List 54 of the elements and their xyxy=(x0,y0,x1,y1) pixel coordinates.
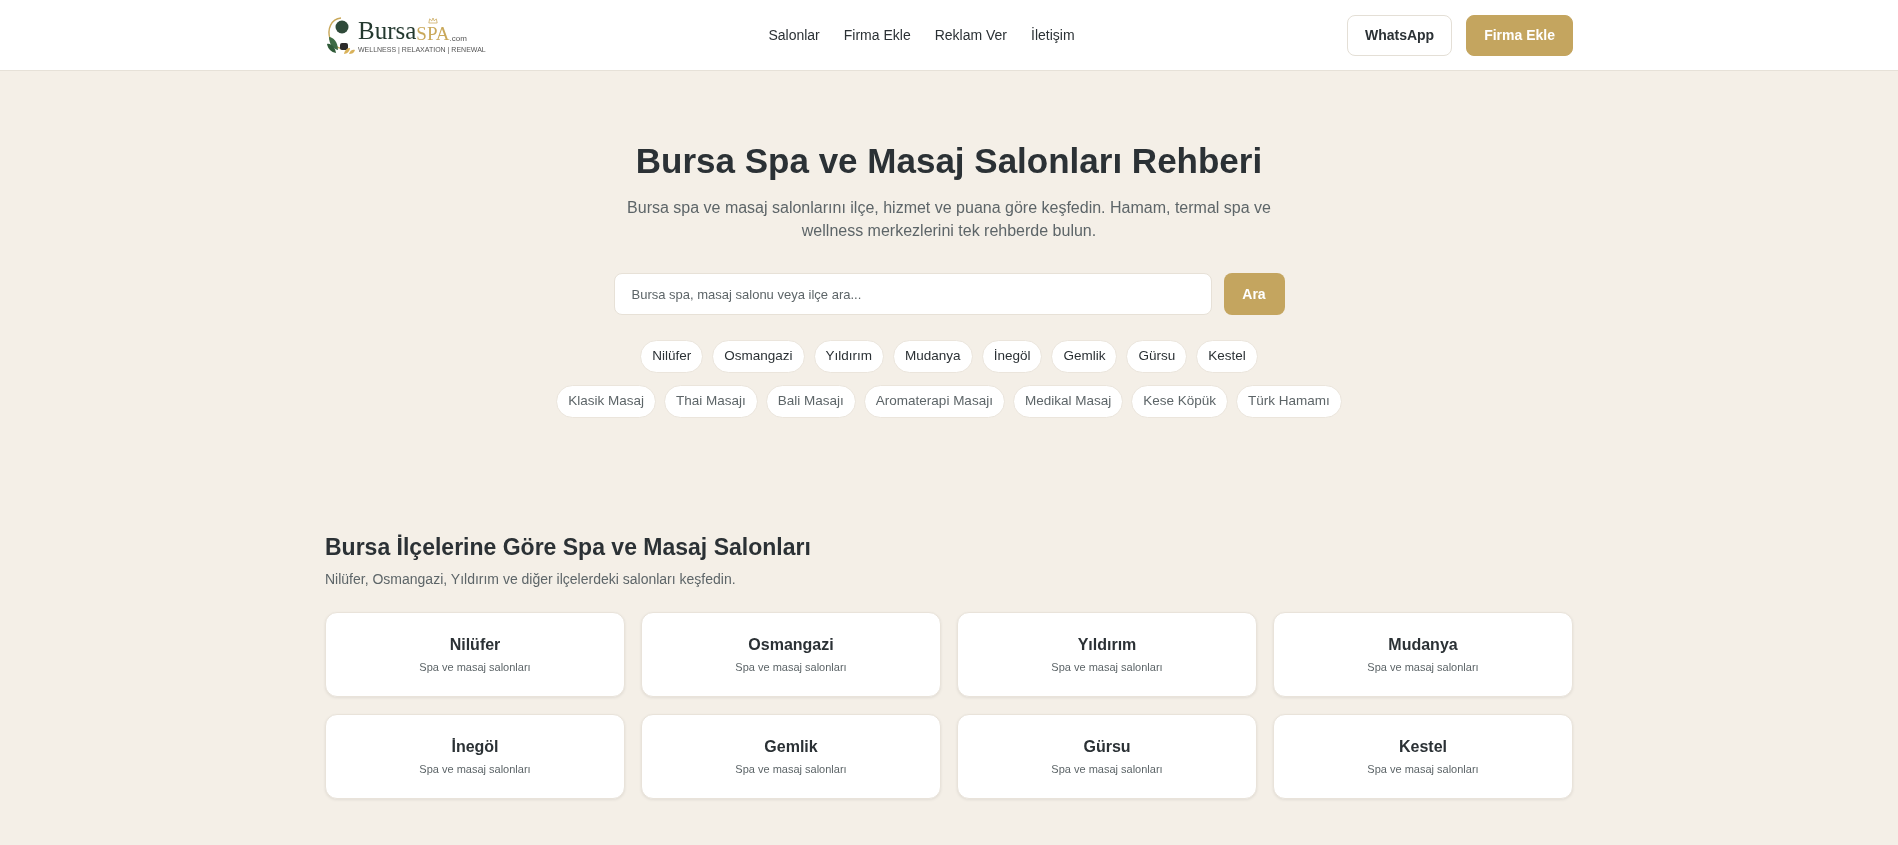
filter-chip[interactable]: Kestel xyxy=(1196,340,1258,373)
filter-chip[interactable]: Aromaterapi Masajı xyxy=(863,385,1005,418)
hero-subtitle: Bursa spa ve masaj salonlarını ilçe, hizmet ve puana göre keşfedin. Hamam, termal spa ve wellness merkezlerini tek rehberde bulun. xyxy=(626,198,1272,241)
district-card[interactable]: Gemlik Spa ve masaj salonları xyxy=(641,714,941,799)
district-name: İnegöl xyxy=(451,737,499,757)
district-card[interactable]: İnegöl Spa ve masaj salonları xyxy=(325,714,625,799)
district-name: Gürsu xyxy=(1083,737,1131,757)
filter-chip[interactable]: Nilüfer xyxy=(640,340,704,373)
district-caption: Spa ve masaj salonları xyxy=(419,762,531,776)
search-field[interactable]: Bursa spa, masaj salonu veya ilçe ara... xyxy=(613,273,1212,315)
nav-link[interactable]: İletişim xyxy=(1031,24,1075,46)
leaf-emblem-icon xyxy=(325,15,355,55)
hero-title: Bursa Spa ve Masaj Salonları Rehberi xyxy=(635,140,1263,182)
district-caption: Spa ve masaj salonları xyxy=(419,660,531,674)
filter-chip[interactable]: İnegöl xyxy=(981,340,1043,373)
district-name: Osmangazi xyxy=(748,635,834,655)
district-name: Mudanya xyxy=(1388,635,1458,655)
district-card[interactable]: Gürsu Spa ve masaj salonları xyxy=(957,714,1257,799)
filter-chip[interactable]: Kese Köpük xyxy=(1131,385,1228,418)
district-card[interactable]: Yıldırım Spa ve masaj salonları xyxy=(957,612,1257,697)
section-title: Bursa İlçelerine Göre Spa ve Masaj Salonları xyxy=(325,533,812,562)
section-subtitle: Nilüfer, Osmangazi, Yıldırım ve diğer ilçelerdeki salonları keşfedin. xyxy=(325,570,737,589)
filter-chip[interactable]: Yıldırım xyxy=(813,340,885,373)
filter-chip[interactable]: Mudanya xyxy=(893,340,973,373)
crown-icon xyxy=(427,16,438,24)
filter-chip[interactable]: Klasik Masaj xyxy=(556,385,657,418)
district-name: Gemlik xyxy=(764,737,818,757)
filter-chip[interactable]: Thai Masajı xyxy=(664,385,758,418)
filter-chip[interactable]: Medikal Masaj xyxy=(1012,385,1124,418)
logo-accent: SPA xyxy=(416,23,450,44)
filter-chip[interactable]: Gemlik xyxy=(1051,340,1118,373)
nav-link[interactable]: Salonlar xyxy=(768,24,820,46)
filter-chip[interactable]: Gürsu xyxy=(1126,340,1188,373)
nav-link[interactable]: Reklam Ver xyxy=(934,24,1008,46)
district-caption: Spa ve masaj salonları xyxy=(1367,762,1479,776)
district-card[interactable]: Mudanya Spa ve masaj salonları xyxy=(1273,612,1573,697)
logo-wordmark: Bursa xyxy=(358,17,417,44)
district-caption: Spa ve masaj salonları xyxy=(735,660,847,674)
nav-link[interactable]: Firma Ekle xyxy=(843,24,911,46)
district-caption: Spa ve masaj salonları xyxy=(1367,660,1479,674)
district-card[interactable]: Nilüfer Spa ve masaj salonları xyxy=(325,612,625,697)
filter-chip[interactable]: Bali Masajı xyxy=(765,385,856,418)
district-name: Kestel xyxy=(1399,737,1447,757)
district-caption: Spa ve masaj salonları xyxy=(1051,660,1163,674)
district-card[interactable]: Osmangazi Spa ve masaj salonları xyxy=(641,612,941,697)
district-caption: Spa ve masaj salonları xyxy=(1051,762,1163,776)
district-name: Nilüfer xyxy=(449,635,501,655)
filter-chip[interactable]: Osmangazi xyxy=(712,340,805,373)
district-name: Yıldırım xyxy=(1077,635,1137,655)
district-card[interactable]: Kestel Spa ve masaj salonları xyxy=(1273,714,1573,799)
district-caption: Spa ve masaj salonları xyxy=(735,762,847,776)
filter-chip[interactable]: Türk Hamamı xyxy=(1236,385,1342,418)
logo-domain: .com xyxy=(449,33,467,43)
whatsapp-button[interactable]: WhatsApp xyxy=(1346,14,1453,56)
